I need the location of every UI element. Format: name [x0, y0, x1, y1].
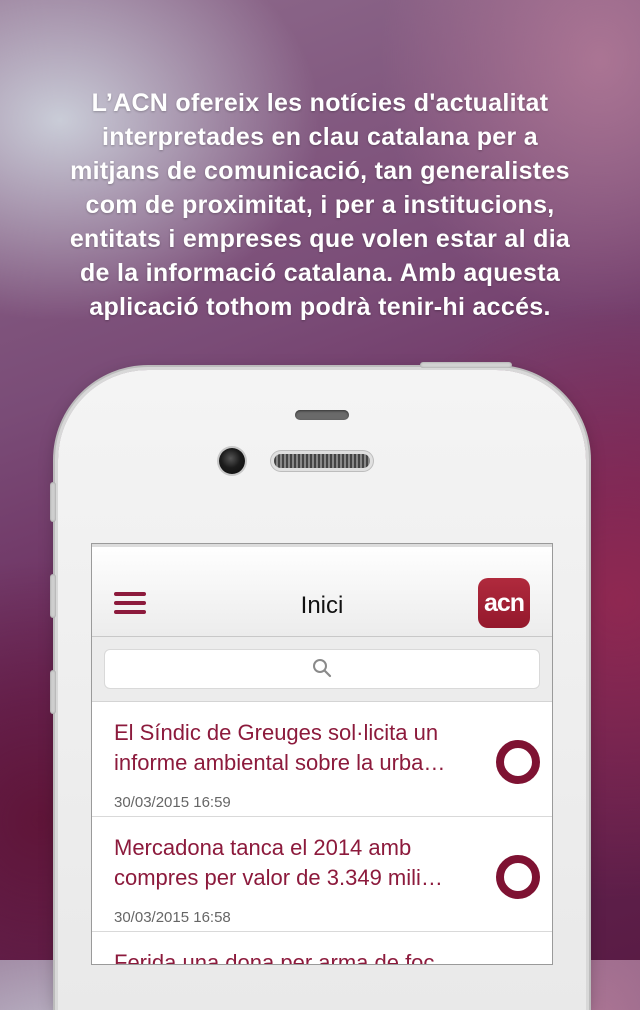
- search-icon: [313, 659, 332, 678]
- mute-switch: [50, 482, 56, 522]
- news-date: 30/03/2015 16:59: [114, 794, 231, 811]
- navbar: Inici acn: [92, 544, 552, 637]
- news-title-line: compres per valor de 3.349 mili…: [114, 865, 443, 890]
- news-title-line: informe ambiental sobre la urba…: [114, 750, 446, 775]
- intro-line: L’ACN ofereix les notícies d'actualitat: [91, 89, 549, 117]
- earpiece: [295, 410, 349, 420]
- app-screen: Inici acn El Síndic de Greuges sol·licit…: [92, 544, 552, 964]
- intro-line: interpretades en clau catalana per a: [102, 123, 538, 151]
- news-date: 30/03/2015 16:58: [114, 909, 231, 926]
- intro-line: com de proximitat, i per a institucions,: [85, 191, 555, 219]
- intro-line: entitats i empreses que volen estar al d…: [69, 225, 571, 253]
- news-title: El Síndic de Greuges sol·licita un infor…: [114, 718, 492, 778]
- power-button: [420, 362, 512, 368]
- news-title: Ferida una dona per arma de foc: [114, 948, 492, 964]
- search-bar: [92, 637, 552, 702]
- status-bar-strip: [92, 544, 552, 547]
- intro-line: de la informació catalana. Amb aquesta: [79, 259, 561, 287]
- speaker-grille: [274, 454, 370, 468]
- news-title-line: Ferida una dona per arma de foc: [114, 950, 435, 964]
- intro-text: L’ACN ofereix les notícies d'actualitat …: [40, 86, 600, 324]
- volume-down-button: [50, 670, 56, 714]
- ring-icon: [496, 740, 540, 784]
- intro-line: aplicació tothom podrà tenir-hi accés.: [89, 293, 551, 321]
- acn-logo[interactable]: acn: [478, 578, 530, 628]
- news-item[interactable]: Ferida una dona per arma de foc: [92, 932, 552, 964]
- news-title-line: Mercadona tanca el 2014 amb: [114, 835, 412, 860]
- volume-up-button: [50, 574, 56, 618]
- news-item[interactable]: Mercadona tanca el 2014 amb compres per …: [92, 817, 552, 932]
- ring-icon: [496, 855, 540, 899]
- intro-line: mitjans de comunicació, tan generalistes: [70, 157, 570, 185]
- search-input[interactable]: [104, 649, 540, 689]
- news-item[interactable]: El Síndic de Greuges sol·licita un infor…: [92, 702, 552, 817]
- news-title: Mercadona tanca el 2014 amb compres per …: [114, 833, 492, 893]
- news-title-line: El Síndic de Greuges sol·licita un: [114, 720, 439, 745]
- front-camera: [219, 448, 245, 474]
